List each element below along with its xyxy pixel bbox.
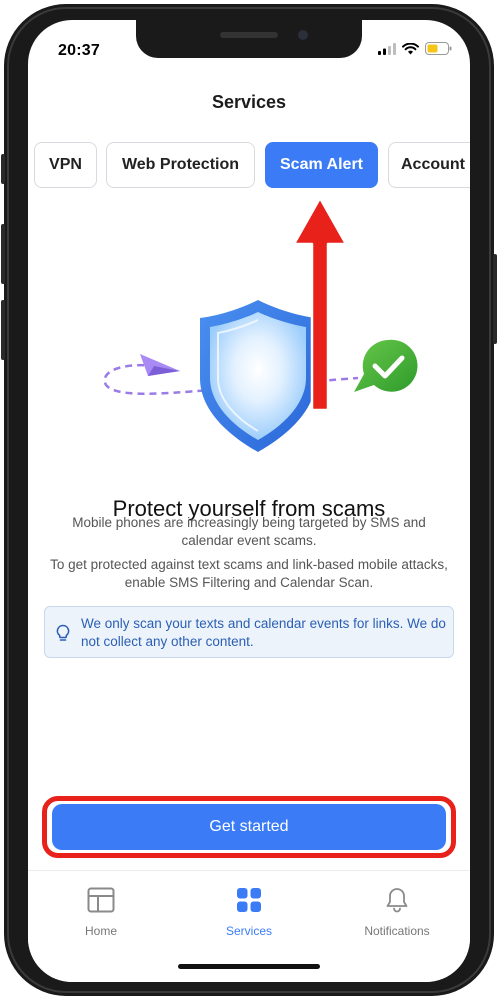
bell-icon (386, 888, 408, 913)
wifi-icon (402, 42, 419, 54)
status-icons (378, 42, 452, 55)
mute-switch (1, 154, 5, 184)
description-paragraph: Mobile phones are increasingly being tar… (72, 515, 426, 548)
notch (136, 20, 362, 58)
home-icon (87, 887, 115, 913)
get-started-button[interactable]: Get started (52, 804, 446, 850)
power-button (493, 254, 497, 344)
tab-web-protection[interactable]: Web Protection (106, 142, 255, 188)
annotation-arrow-icon (292, 196, 348, 412)
cellular-signal-icon (378, 42, 396, 55)
battery-icon (425, 42, 452, 55)
lightbulb-icon (56, 624, 70, 641)
grid-icon (237, 888, 261, 912)
speaker-grille (220, 32, 278, 38)
instructions-paragraph: To get protected against text scams and … (50, 557, 448, 590)
tab-account[interactable]: Account (388, 142, 470, 188)
service-tabs: VPN Web Protection Scam Alert Account (34, 142, 470, 188)
nav-item-services[interactable]: Services (194, 887, 304, 938)
privacy-notice: We only scan your texts and calendar eve… (44, 606, 454, 658)
nav-item-notifications[interactable]: Notifications (342, 887, 452, 938)
phone-screen: 20:37 Services VPN Web Protection Scam A… (28, 20, 470, 982)
volume-down-button (1, 300, 5, 360)
nav-item-services-label: Services (225, 924, 272, 938)
volume-up-button (1, 224, 5, 284)
front-camera (298, 30, 308, 40)
tab-vpn[interactable]: VPN (34, 142, 97, 188)
nav-item-home-label: Home (84, 924, 117, 938)
privacy-notice-text: We only scan your texts and calendar eve… (81, 616, 446, 649)
status-time: 20:37 (58, 42, 100, 59)
nav-item-home[interactable]: Home (46, 887, 156, 938)
home-indicator[interactable] (178, 964, 320, 969)
page-title: Services (211, 92, 287, 112)
nav-item-notifications-label: Notifications (364, 924, 430, 938)
shield-illustration (103, 300, 418, 452)
checkmark-bubble-icon (354, 339, 418, 392)
tab-scam-alert[interactable]: Scam Alert (265, 142, 378, 188)
